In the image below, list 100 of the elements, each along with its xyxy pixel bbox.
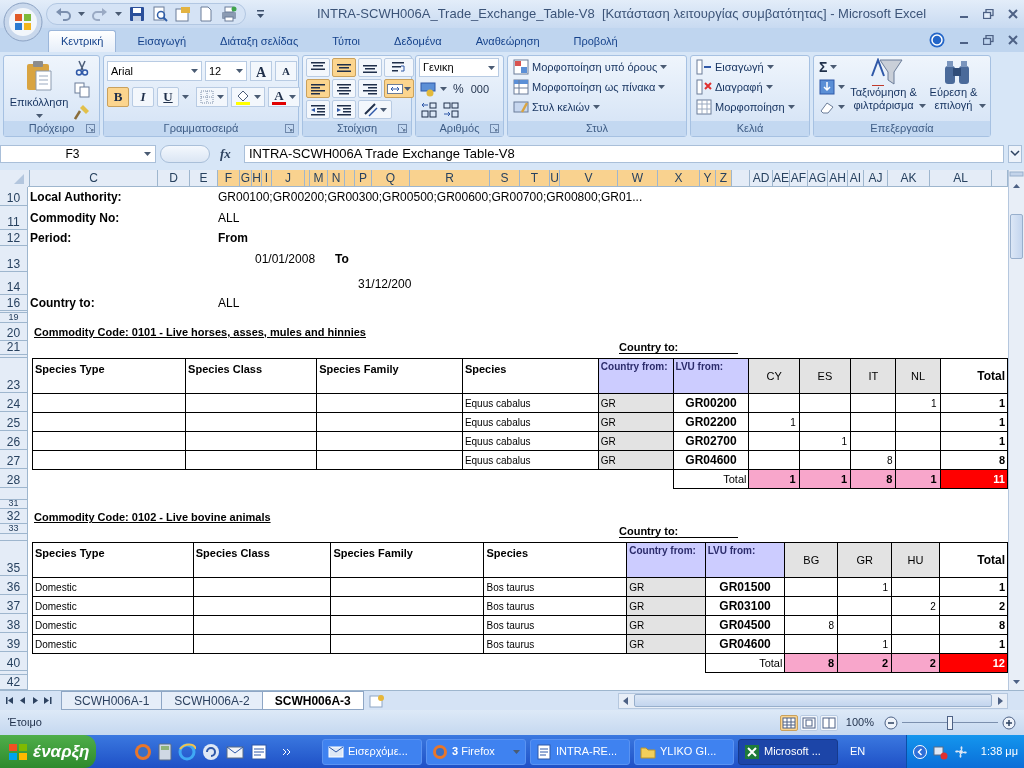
restore-icon[interactable] [983,9,994,19]
caret-icon[interactable] [35,112,43,119]
first-sheet-icon[interactable] [6,696,14,705]
column-header[interactable]: M [310,170,328,186]
caret-icon[interactable] [217,94,224,100]
help-icon[interactable] [929,32,945,48]
find-select-button[interactable]: Εύρεση & επιλογή [927,58,987,121]
row-header[interactable]: 11 [7,216,20,228]
row-header[interactable]: 16 [6,297,21,309]
previous-sheet-icon[interactable] [20,696,26,705]
start-button[interactable]: έναρξη [0,735,96,768]
taskbar-button[interactable]: INTRA-RE... [530,738,630,765]
underline-button[interactable]: U [157,87,179,107]
fill-button[interactable] [817,78,847,96]
caret-icon[interactable] [191,68,198,74]
column-header[interactable]: S [490,170,520,186]
decrease-decimal-icon[interactable] [441,101,461,119]
print-icon[interactable] [221,6,237,22]
row-header[interactable]: 10 [6,192,21,204]
caret-icon[interactable] [765,84,773,90]
borders-button[interactable] [196,87,228,107]
close-icon[interactable] [1008,35,1018,45]
dialog-launcher-icon[interactable] [490,124,499,133]
thousands-button[interactable]: 000 [468,80,492,98]
zoom-out-icon[interactable] [884,715,898,730]
column-header[interactable]: F [218,170,240,186]
save-icon[interactable] [129,6,145,22]
column-header[interactable]: AF [790,170,808,186]
row-header[interactable]: 36 [6,581,21,593]
style-menu-button[interactable]: Μορφοποίηση ως πίνακα [511,78,670,96]
column-header[interactable]: R [410,170,490,186]
caret-icon[interactable] [838,104,845,110]
view-button[interactable] [799,714,818,731]
next-sheet-icon[interactable] [32,696,38,705]
column-header[interactable]: X [658,170,700,186]
caret-icon[interactable] [440,86,447,92]
fill-color-button[interactable] [231,87,265,107]
row-header[interactable]: 37 [6,600,21,612]
column-header[interactable]: G [240,170,252,186]
merge-center-button[interactable] [384,79,414,98]
ribbon-tab[interactable]: Εισαγωγή [124,30,200,52]
insert-function-button[interactable]: fx [220,144,231,164]
restore-icon[interactable] [983,35,994,45]
align-middle-button[interactable] [332,58,356,77]
column-header[interactable]: W [618,170,658,186]
cells-menu-button[interactable]: Μορφοποίηση [694,98,797,116]
column-header[interactable]: AE [773,170,790,186]
caret-icon[interactable] [488,64,495,71]
view-button[interactable] [819,714,838,731]
style-menu-button[interactable]: Στυλ κελιών [511,98,670,116]
caret-icon[interactable] [978,103,986,109]
format-painter-icon[interactable] [74,104,90,120]
caret-icon[interactable] [838,84,845,90]
network-icon[interactable] [932,743,948,760]
browser-icon[interactable] [178,742,196,761]
dialog-launcher-icon[interactable] [86,124,95,133]
caret-icon[interactable] [404,85,411,92]
row-header[interactable]: 21 [6,341,21,353]
chevron-icon[interactable] [282,746,292,757]
column-header[interactable]: I [262,170,272,186]
caret-icon[interactable] [289,94,296,100]
row-header[interactable]: 20 [6,327,21,339]
expand-icon[interactable] [1008,145,1022,163]
undo-icon[interactable] [55,6,71,22]
name-box[interactable]: F3 [0,145,156,163]
scroll-thumb[interactable] [634,694,992,707]
ribbon-tab[interactable]: Διάταξη σελίδας [207,30,312,52]
zoom-in-icon[interactable] [1002,715,1016,730]
language-indicator[interactable]: EN [850,743,866,760]
italic-button[interactable]: I [132,87,154,107]
row-header[interactable]: 42 [6,676,21,688]
ribbon-tab[interactable]: Αναθεώρηση [462,30,553,52]
refresh-icon[interactable] [202,742,220,761]
column-header[interactable]: P [355,170,372,186]
sheet-tab[interactable]: SCWH006A-2 [161,691,263,710]
paste-button[interactable]: Επικόλληση [7,58,71,121]
align-left-button[interactable] [306,79,330,98]
row-header[interactable]: 24 [6,398,21,410]
wrap-text-button[interactable] [384,58,414,77]
taskbar-button[interactable]: YLIKO GI... [634,738,734,765]
column-header[interactable]: Q [372,170,410,186]
scroll-thumb[interactable] [1010,214,1023,259]
font-color-button[interactable]: A [268,87,300,107]
dialog-launcher-icon[interactable] [285,124,294,133]
ribbon-tab[interactable]: Τύποι [319,30,374,52]
caret-icon[interactable] [182,94,189,100]
caret-icon[interactable] [592,104,600,110]
view-button[interactable] [779,714,798,731]
shrink-font-button[interactable]: A [275,61,297,81]
caret-icon[interactable] [144,151,151,157]
caret-icon[interactable] [787,104,795,110]
row-header[interactable]: 25 [6,417,21,429]
row-header[interactable]: 28 [6,474,21,486]
caret-icon[interactable] [236,68,243,74]
number-format-field[interactable]: Γενικη [419,58,499,77]
column-header[interactable]: N [328,170,345,186]
zoom-slider[interactable] [902,715,998,730]
caret-icon[interactable] [658,84,666,90]
column-header[interactable]: AH [828,170,848,186]
percent-button[interactable]: % [450,80,467,98]
